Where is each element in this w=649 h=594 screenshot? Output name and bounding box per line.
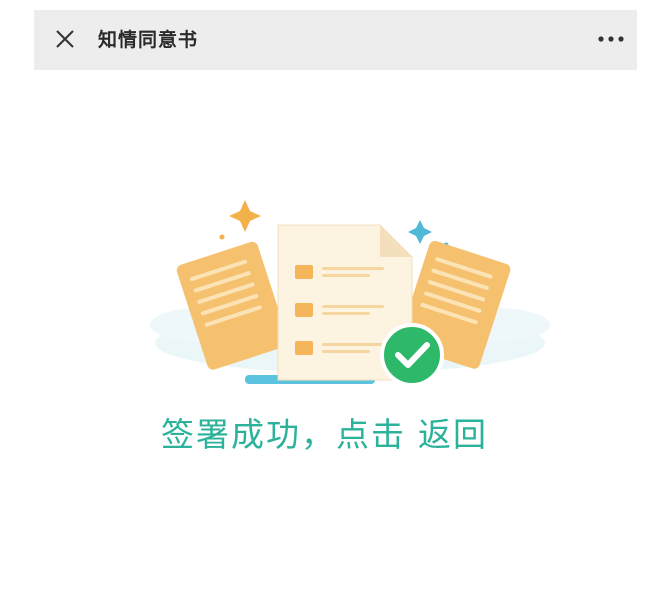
signed-documents-icon bbox=[150, 195, 550, 395]
return-link[interactable]: 返回 bbox=[418, 415, 488, 454]
signing-result-page: 知情同意书 签署成功，点击 返回 bbox=[0, 0, 649, 594]
page-title: 知情同意书 bbox=[98, 29, 199, 51]
result-message-line: 签署成功，点击 返回 bbox=[0, 410, 649, 460]
close-icon[interactable] bbox=[52, 26, 78, 52]
more-icon[interactable] bbox=[591, 26, 631, 52]
top-navbar: 知情同意书 bbox=[34, 10, 637, 70]
success-message: 签署成功，点击 bbox=[161, 415, 406, 454]
